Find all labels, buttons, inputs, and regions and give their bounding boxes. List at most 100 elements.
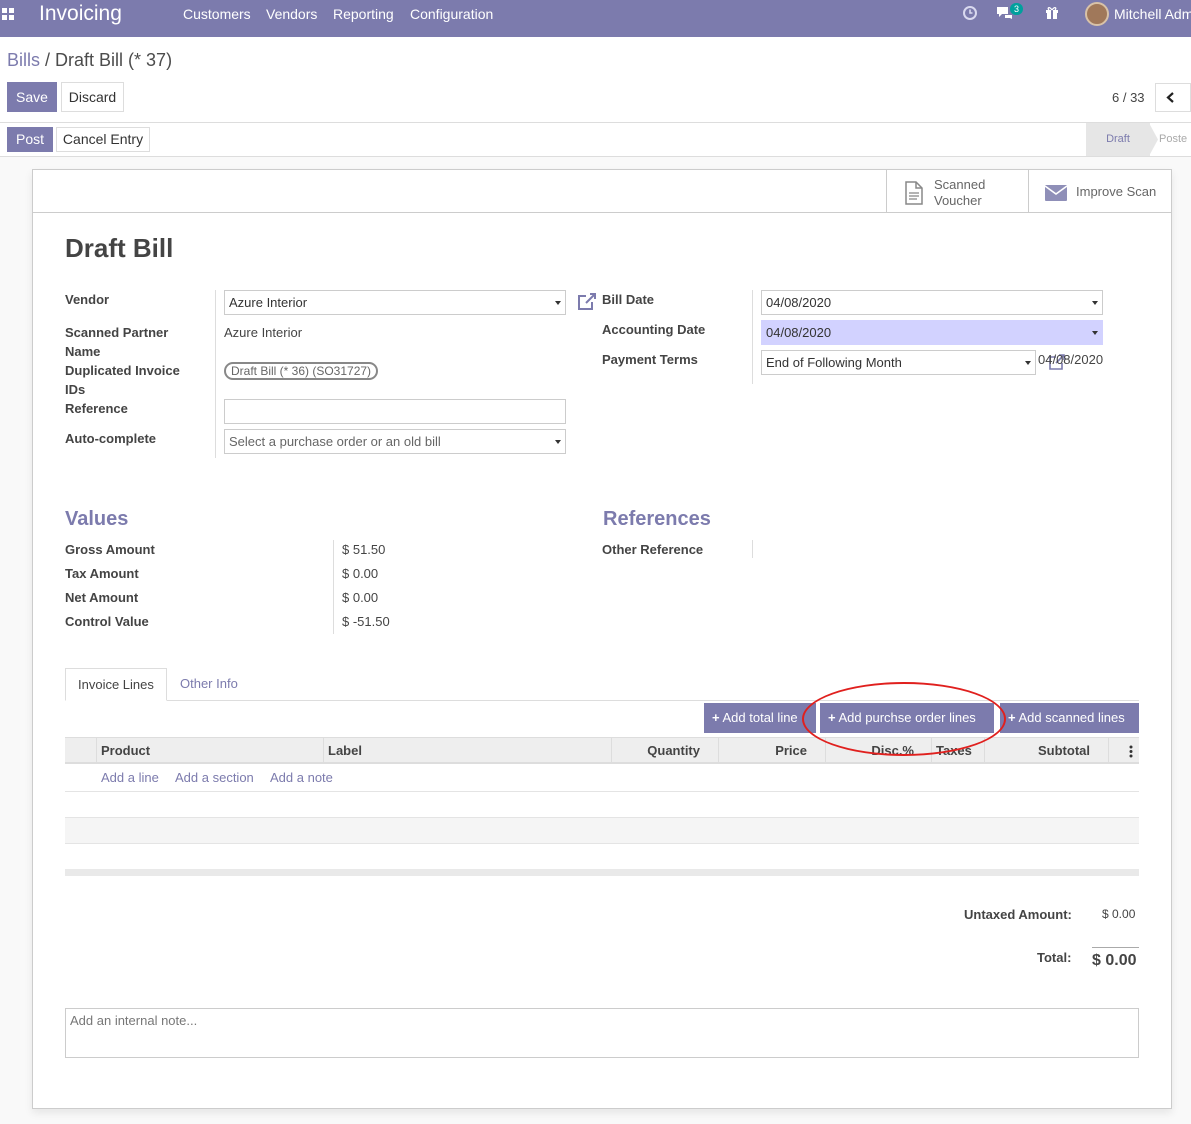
scanned-partner-label-1: Scanned Partner: [65, 325, 169, 340]
menu-vendors[interactable]: Vendors: [266, 6, 317, 22]
auto-complete-label: Auto-complete: [65, 431, 156, 446]
vendor-value: Azure Interior: [229, 295, 308, 310]
caret-down-icon: [1092, 301, 1098, 305]
post-button[interactable]: Post: [7, 127, 53, 152]
column-quantity[interactable]: Quantity: [611, 738, 700, 763]
caret-down-icon: [555, 301, 561, 305]
label-separator: [215, 290, 216, 458]
due-date-value: 04/08/2020: [1038, 352, 1104, 367]
add-total-line-label: Add total line: [722, 710, 798, 725]
accounting-date-input[interactable]: 04/08/2020: [761, 320, 1103, 345]
total-label: Total:: [1037, 950, 1072, 965]
gross-amount-value: $ 51.50: [342, 542, 386, 557]
other-reference-label: Other Reference: [602, 542, 704, 557]
control-value-label: Control Value: [65, 614, 149, 629]
menu-reporting[interactable]: Reporting: [333, 6, 394, 22]
column-product[interactable]: Product: [101, 738, 150, 763]
menu-configuration[interactable]: Configuration: [410, 6, 493, 22]
plus-icon: +: [712, 710, 720, 725]
breadcrumb-bills-link[interactable]: Bills: [7, 50, 40, 70]
add-a-section-link[interactable]: Add a section: [175, 770, 254, 785]
duplicated-invoice-label-1: Duplicated Invoice: [65, 363, 180, 378]
total-value: $ 0.00: [1092, 952, 1137, 969]
references-section-title: References: [603, 508, 711, 530]
untaxed-amount-value: $ 0.00: [1102, 907, 1136, 921]
improve-scan-label: Improve Scan: [1076, 184, 1157, 199]
vendor-select[interactable]: Azure Interior: [224, 290, 566, 315]
apps-menu-icon[interactable]: [2, 8, 14, 20]
vendor-label: Vendor: [65, 292, 110, 307]
scanned-voucher-label-2: Voucher: [934, 193, 982, 208]
status-draft: Draft: [1086, 123, 1150, 156]
bill-date-label: Bill Date: [602, 292, 655, 307]
add-a-line-link[interactable]: Add a line: [101, 770, 159, 785]
scanned-partner-value: Azure Interior: [224, 325, 303, 340]
status-arrow-shape: [1149, 123, 1158, 156]
auto-complete-select[interactable]: Select a purchase order or an old bill: [224, 429, 566, 454]
tax-amount-label: Tax Amount: [65, 566, 139, 581]
tab-other-info[interactable]: Other Info: [168, 668, 250, 701]
user-avatar[interactable]: [1085, 2, 1109, 26]
tab-invoice-lines[interactable]: Invoice Lines: [65, 668, 167, 701]
bill-date-value: 04/08/2020: [766, 295, 832, 310]
caret-down-icon: [1025, 361, 1031, 365]
improve-scan-button[interactable]: Improve Scan: [1028, 169, 1172, 213]
table-footer: [65, 869, 1139, 876]
pager-value[interactable]: 6 / 33: [1112, 90, 1145, 105]
scanned-voucher-button[interactable]: Scanned Voucher: [886, 169, 1028, 213]
chevron-left-icon: [1166, 92, 1174, 103]
reference-label: Reference: [65, 401, 128, 416]
app-brand[interactable]: Invoicing: [39, 2, 122, 26]
smart-button-box: Scanned Voucher Improve Scan: [32, 169, 1172, 213]
messages-count-badge: 3: [1010, 3, 1024, 15]
breadcrumb-separator: /: [40, 50, 56, 70]
duplicated-invoice-tag[interactable]: Draft Bill (* 36) (SO31727): [224, 362, 379, 380]
label-separator: [752, 290, 753, 384]
auto-complete-placeholder: Select a purchase order or an old bill: [229, 434, 441, 449]
save-button[interactable]: Save: [7, 82, 57, 112]
gift-icon[interactable]: [1045, 5, 1059, 20]
label-separator: [752, 540, 753, 558]
cancel-entry-button[interactable]: Cancel Entry: [56, 127, 150, 152]
status-posted[interactable]: Poste: [1159, 123, 1187, 156]
table-row: [65, 844, 1139, 870]
discard-button[interactable]: Discard: [61, 82, 124, 112]
annotation-ellipse: [802, 682, 1006, 756]
scanned-partner-label-2: Name: [65, 344, 101, 359]
table-row: [65, 792, 1139, 818]
caret-down-icon: [1092, 331, 1098, 335]
external-link-icon[interactable]: [577, 292, 597, 311]
menu-customers[interactable]: Customers: [183, 6, 251, 22]
tax-amount-value: $ 0.00: [342, 566, 379, 581]
user-name[interactable]: Mitchell Admi: [1114, 6, 1191, 22]
reference-input[interactable]: [224, 399, 566, 424]
accounting-date-value: 04/08/2020: [766, 325, 832, 340]
document-icon: [905, 181, 923, 205]
breadcrumb-current: Draft Bill (* 37): [55, 50, 173, 70]
top-navbar: Invoicing Customers Vendors Reporting Co…: [0, 0, 1191, 37]
envelope-icon: [1044, 185, 1068, 201]
column-price[interactable]: Price: [718, 738, 807, 763]
status-bar: Draft Poste: [0, 122, 1191, 157]
gross-amount-label: Gross Amount: [65, 542, 155, 557]
table-row: [65, 818, 1139, 844]
add-scanned-lines-label: Add scanned lines: [1018, 710, 1125, 725]
plus-icon: +: [1008, 710, 1016, 725]
payment-terms-select[interactable]: End of Following Month: [761, 350, 1036, 375]
bill-date-input[interactable]: 04/08/2020: [761, 290, 1103, 315]
optional-columns-icon[interactable]: [1128, 745, 1134, 758]
add-scanned-lines-button[interactable]: + Add scanned lines: [1000, 703, 1139, 733]
column-divider: [323, 738, 324, 763]
column-divider: [1108, 738, 1109, 763]
net-amount-value: $ 0.00: [342, 590, 379, 605]
pager-previous-button[interactable]: [1155, 83, 1191, 112]
column-divider: [96, 738, 97, 763]
total-divider: [1092, 947, 1139, 948]
column-subtotal[interactable]: Subtotal: [984, 738, 1090, 763]
caret-down-icon: [555, 440, 561, 444]
activity-clock-icon[interactable]: [962, 5, 978, 21]
column-label[interactable]: Label: [328, 738, 362, 763]
internal-note-textarea[interactable]: Add an internal note...: [65, 1008, 1139, 1058]
add-total-line-button[interactable]: + Add total line: [704, 703, 816, 733]
add-a-note-link[interactable]: Add a note: [270, 770, 333, 785]
